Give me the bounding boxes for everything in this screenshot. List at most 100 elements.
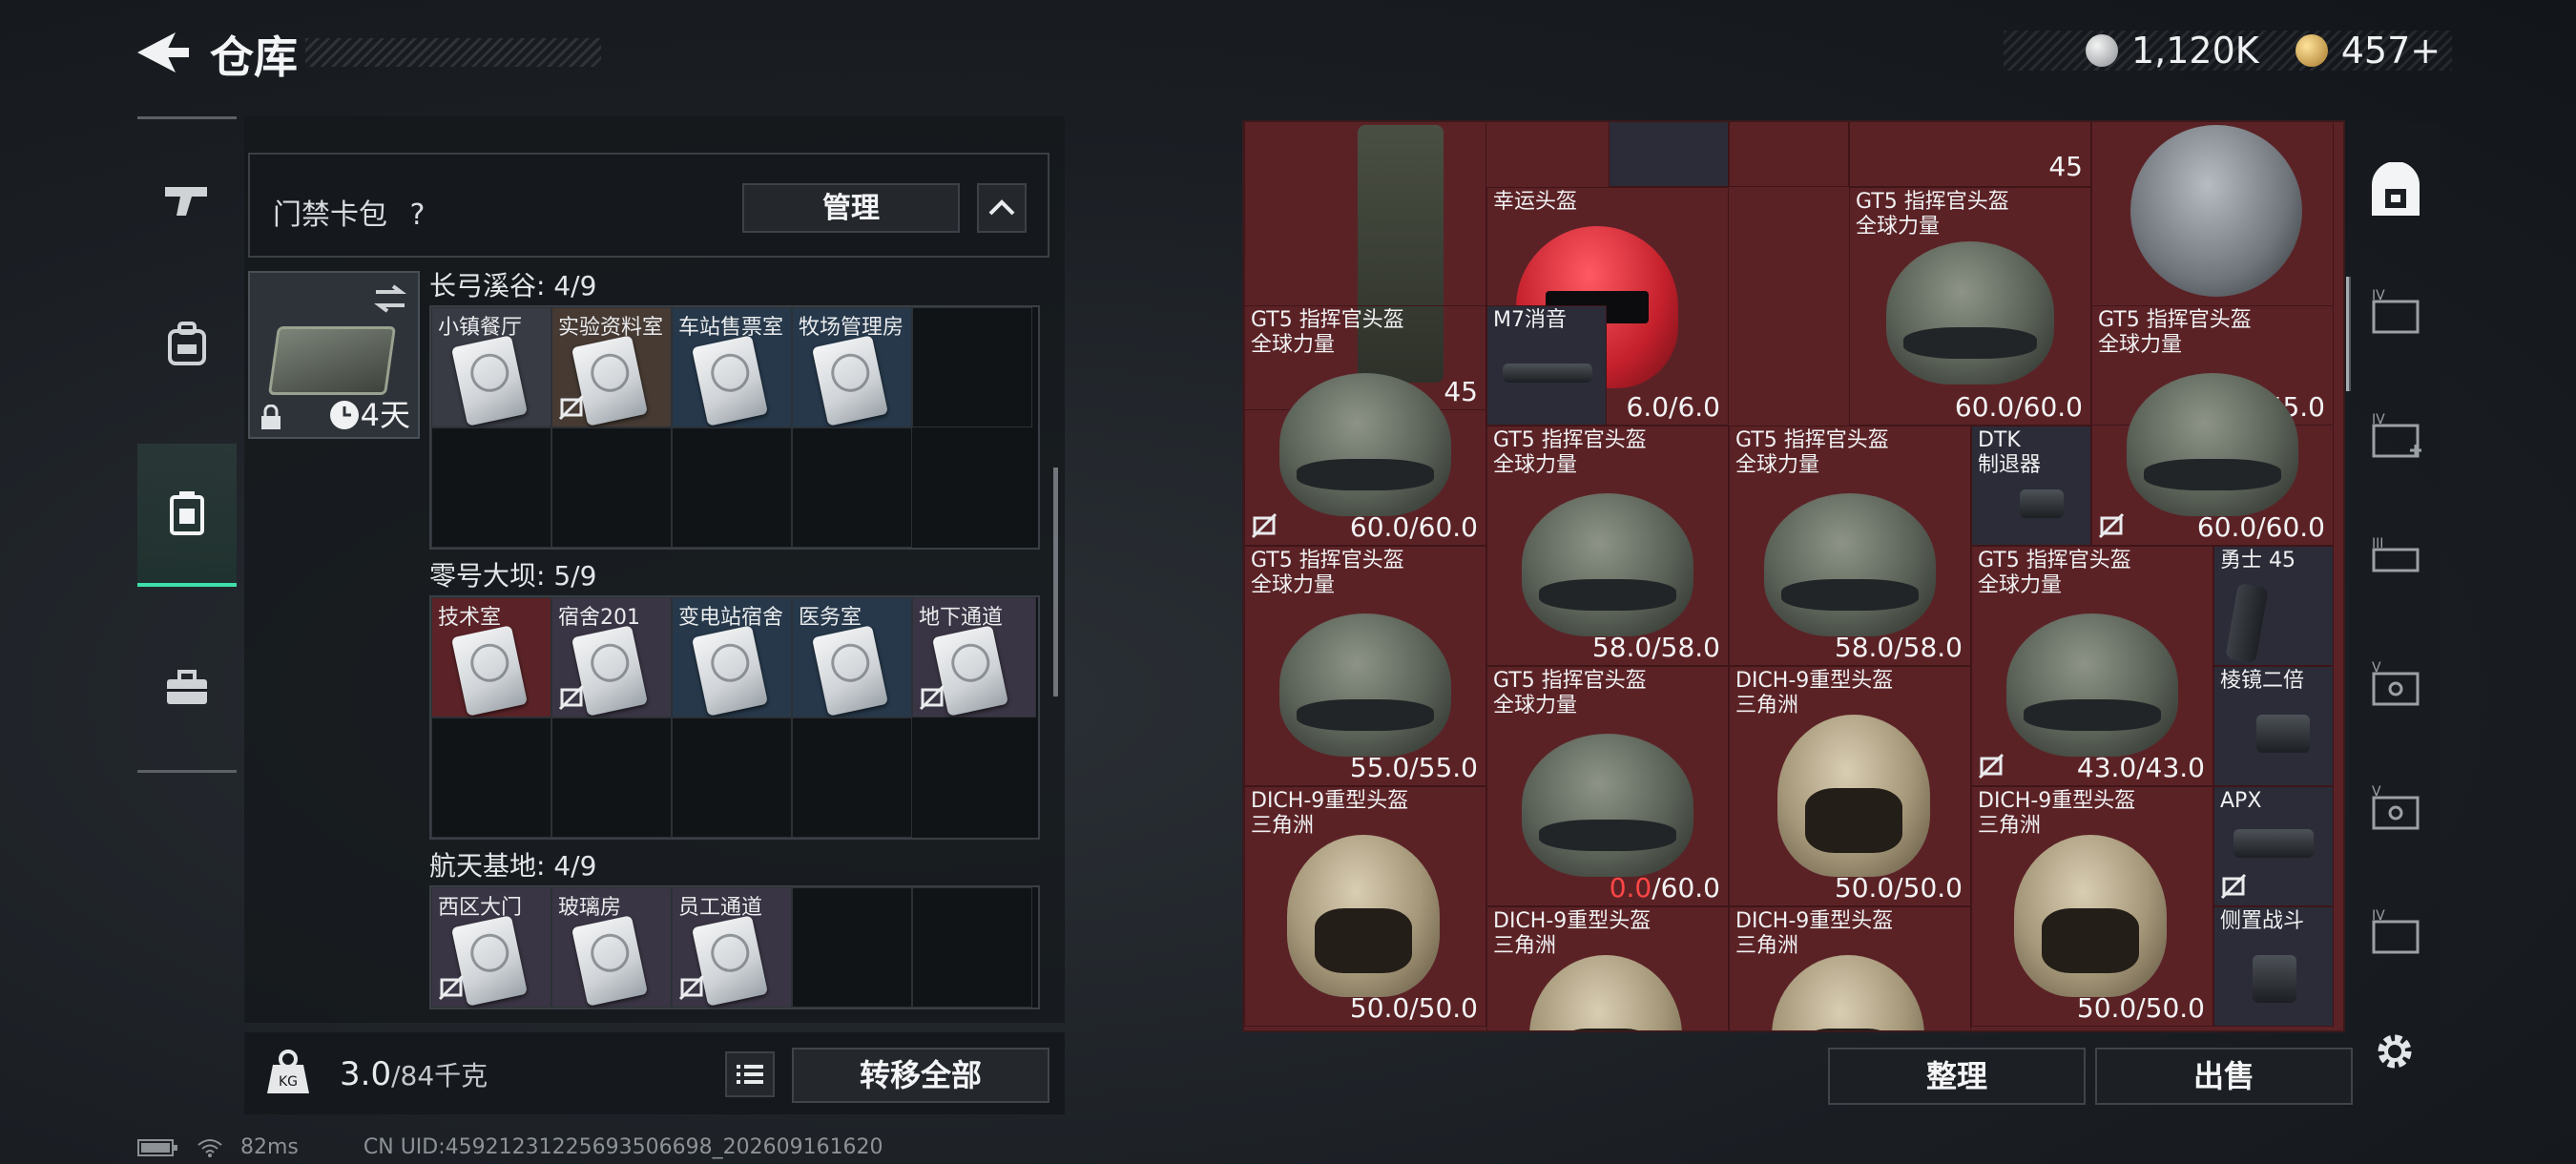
settings-gear-icon[interactable] [2370,1027,2420,1076]
item-cell[interactable]: APX [2213,786,2334,906]
empty-slot[interactable] [792,887,912,1008]
keycard-slot[interactable]: 宿舍201 [551,597,672,717]
stash-page-iv2-icon[interactable]: IV [2366,904,2425,964]
keycard-slot[interactable]: 牧场管理房 [792,307,912,427]
wifi-icon [197,1138,222,1157]
empty-slot[interactable] [551,717,672,838]
no-trade-icon [438,974,465,1001]
item-cell[interactable]: GT5 指挥官头盔 全球力量 58.0/58.0 [1729,426,1971,666]
section-title: 零号大坝: 5/9 [429,560,597,592]
svg-text:IV: IV [2372,908,2385,924]
empty-slot[interactable] [912,307,1032,427]
no-trade-icon [919,684,945,711]
keycard-slot[interactable]: 实验资料室 [551,307,672,427]
keycard-image [450,625,529,717]
item-cell[interactable]: DICH-9重型头盔 三角洲 [1486,906,1729,1030]
manage-button[interactable]: 管理 [742,183,960,233]
gem-balance[interactable]: 457+ [2341,30,2441,72]
item-cell[interactable]: M7消音 [1486,305,1607,426]
empty-slot[interactable] [792,427,912,548]
item-cell[interactable]: 棱镜二倍 [2213,666,2334,786]
nav-weapons[interactable] [137,129,237,272]
item-cell[interactable]: GT5 指挥官头盔 全球力量 60.0/60.0 [1849,187,2091,426]
keycard-slot[interactable]: 西区大门 [431,887,551,1008]
panel-scrollbar[interactable] [1053,468,1058,696]
item-image [1772,955,1924,1030]
left-nav [137,116,237,773]
collapse-button[interactable] [977,183,1027,233]
keycard-slot[interactable]: 变电站宿舍 [672,597,792,717]
keycard-slot[interactable]: 技术室 [431,597,551,717]
empty-slot[interactable] [431,427,551,548]
empty-slot[interactable] [672,427,792,548]
capacity-bar: KG 3.0/84千克 转移全部 [244,1032,1065,1114]
item-cell[interactable]: GT5 指挥官头盔 全球力量 58.0/58.0 [1486,426,1729,666]
section-title: 航天基地: 4/9 [429,850,597,882]
item-cell[interactable]: GT5 指挥官头盔 全球力量 43.0/43.0 [1971,546,2213,786]
lock-icon [261,405,280,429]
clock-icon [330,401,359,429]
item-image [1522,493,1693,636]
item-cell[interactable] [1609,122,1729,187]
no-trade-icon [2220,873,2247,900]
back-arrow-icon[interactable] [134,29,191,76]
card-bag-header: 门禁卡包 ? 管理 [248,153,1049,258]
section-title: 长弓溪谷: 4/9 [429,270,597,301]
nav-cases[interactable] [137,444,237,587]
nav-backpack[interactable] [137,272,237,415]
empty-slot[interactable] [792,717,912,838]
nav-toolbox[interactable] [137,615,237,759]
item-cell[interactable]: DICH-9重型头盔 三角洲 50.0/50.0 [1244,786,1486,1027]
empty-slot[interactable] [912,887,1032,1008]
item-image [2233,829,2314,858]
item-cell[interactable]: DICH-9重型头盔 三角洲 50.0/50.0 [1971,786,2213,1027]
swap-icon[interactable] [372,282,408,315]
coin-icon [2086,34,2118,67]
keycard-slot[interactable]: 员工通道 [672,887,792,1008]
stash-page-v2-icon[interactable]: V [2366,780,2425,840]
keycard-slot[interactable]: 地下通道 [912,597,1036,717]
keycard-slot[interactable]: 车站售票室 [672,307,792,427]
item-image [1287,835,1440,997]
stash-page-v-icon[interactable]: V [2366,656,2425,716]
safe-box-icon[interactable] [2366,162,2425,221]
item-cell[interactable]: GT5 指挥官头盔 全球力量 60.0/60.0 [1244,305,1486,546]
item-cell[interactable]: 45 [1849,122,2091,187]
empty-slot[interactable] [551,427,672,548]
item-image [1279,613,1451,757]
item-cell[interactable]: DICH-9重型头盔 三角洲 [1729,906,1971,1030]
transfer-all-button[interactable]: 转移全部 [792,1048,1049,1103]
item-cell[interactable]: DICH-9重型头盔 三角洲 50.0/50.0 [1729,666,1971,906]
item-cell[interactable]: GT5 指挥官头盔 全球力量 0.0/60.0 [1486,666,1729,906]
item-cell[interactable]: GT5 指挥官头盔 全球力量 55.0/55.0 [1244,546,1486,786]
keycard-case[interactable]: 4天 [248,271,420,439]
chevron-up-icon [988,199,1015,216]
keycard-slot[interactable]: 小镇餐厅 [431,307,551,427]
stash-page-rail: IV IV III V V IV [2349,122,2441,1038]
stash-page-iv-plus-icon[interactable]: IV [2366,408,2425,468]
svg-text:IV: IV [2372,412,2385,427]
item-cell[interactable]: 侧置战斗 [2213,906,2334,1027]
sort-button[interactable]: 整理 [1828,1048,2086,1105]
keycard-slot[interactable]: 医务室 [792,597,912,717]
stash-page-iii-icon[interactable]: III [2366,532,2425,592]
svg-text:III: III [2372,536,2383,551]
item-image [2225,582,2269,664]
empty-slot[interactable] [431,717,551,838]
gun-icon [165,187,207,216]
empty-slot[interactable] [672,717,792,838]
list-view-button[interactable] [725,1051,775,1097]
help-icon[interactable]: ? [410,198,426,232]
page-title: 仓库 [210,31,298,83]
stash-page-iv-icon[interactable]: IV [2366,284,2425,343]
card-bag-label: 门禁卡包 ? [273,198,426,232]
item-cell[interactable]: DTK 制退器 [1971,426,2091,546]
svg-text:V: V [2372,660,2381,676]
item-cell[interactable]: GT5 指挥官头盔 全球力量 60.0/60.0 [2091,305,2334,546]
keycard-slot[interactable]: 玻璃房 [551,887,672,1008]
item-count: 45 [2048,151,2083,182]
item-cell[interactable] [1729,122,1849,187]
item-cell[interactable]: 勇士 45 [2213,546,2334,666]
sell-button[interactable]: 出售 [2095,1048,2353,1105]
ping-readout: 82ms [240,1135,299,1159]
